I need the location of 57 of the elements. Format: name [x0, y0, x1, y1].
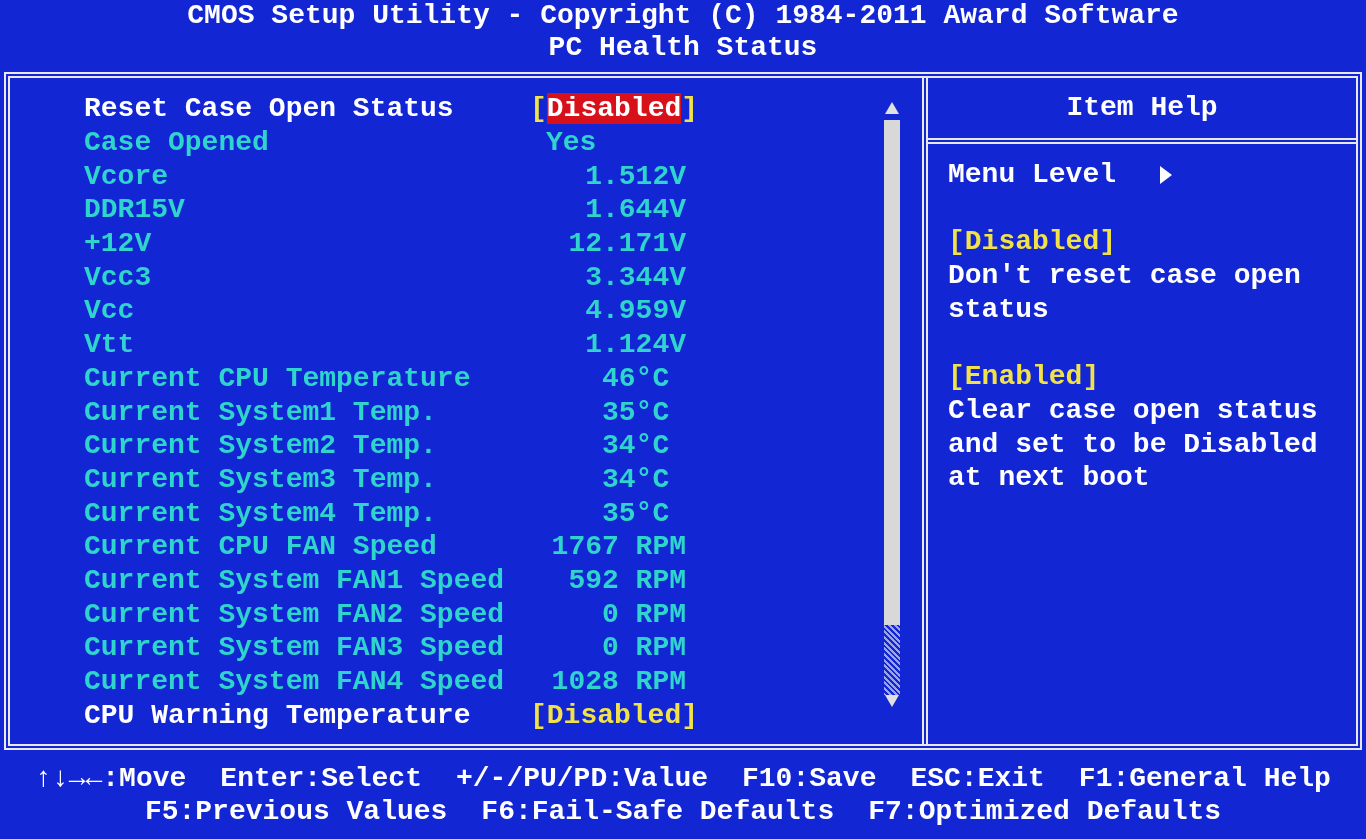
reading-value: 4.959V	[584, 294, 687, 328]
status-value: Yes	[545, 127, 597, 159]
item-label[interactable]: CPU Warning Temperature	[84, 698, 530, 732]
item-label: Current System FAN3 Speed	[84, 631, 506, 665]
help-option: [Enabled]	[948, 360, 1100, 394]
reading-value: 1.124V	[584, 328, 687, 362]
reading-value: 0 RPM	[601, 631, 687, 665]
key-hint: +/-/PU/PD:Value	[455, 761, 708, 795]
key-hint: ↑↓→←:Move	[35, 761, 187, 795]
reading-value: 34°C	[601, 462, 671, 496]
item-label: Vtt	[84, 328, 136, 362]
help-title: Item Help	[1066, 91, 1218, 125]
item-label: +12V	[84, 227, 153, 261]
item-label: Current System3 Temp.	[84, 462, 438, 496]
reading-value: 34°C	[601, 429, 671, 463]
help-text: Don't reset case open status	[948, 259, 1302, 327]
item-label: Current System FAN4 Speed	[84, 665, 506, 699]
reading-value: 12.171V	[567, 227, 687, 261]
reading-value: 3.344V	[584, 260, 687, 294]
item-label: Current CPU FAN Speed	[84, 530, 438, 564]
item-label: DDR15V	[84, 193, 186, 227]
key-hint: F6:Fail-Safe Defaults	[481, 794, 835, 828]
key-hint: Enter:Select	[220, 761, 422, 795]
header-subtitle: PC Health Status	[548, 32, 818, 64]
key-hint: F7:Optimized Defaults	[868, 794, 1222, 828]
reading-value: 46°C	[601, 361, 671, 395]
item-label: Vcore	[84, 159, 169, 193]
item-label: Vcc	[84, 294, 136, 328]
item-label: Current System FAN1 Speed	[84, 563, 506, 597]
item-label: Current System2 Temp.	[84, 429, 438, 463]
header-title: CMOS Setup Utility - Copyright (C) 1984-2011 Award Software	[187, 0, 1179, 32]
reading-value: 0 RPM	[601, 597, 687, 631]
key-hint: F10:Save	[742, 761, 877, 795]
reading-value: 1028 RPM	[550, 665, 687, 699]
item-label: Current System FAN2 Speed	[84, 597, 506, 631]
help-text: Clear case open status and set to be Disabled at next boot	[948, 393, 1319, 495]
scroll-up-icon[interactable]	[885, 102, 899, 114]
reading-value: 1767 RPM	[550, 530, 687, 564]
right-triangle-icon	[1160, 165, 1173, 184]
item-label: Current System1 Temp.	[84, 395, 438, 429]
option-value[interactable]: [Disabled]	[530, 699, 699, 731]
reading-value: 35°C	[601, 395, 671, 429]
item-label: Current CPU Temperature	[84, 361, 472, 395]
key-hint: F5:Previous Values	[144, 794, 448, 828]
menu-level-label: Menu Level	[948, 158, 1117, 192]
item-label: Vcc3	[84, 260, 153, 294]
item-label[interactable]: Reset Case Open Status	[84, 92, 530, 126]
reading-value: 1.644V	[584, 193, 687, 227]
reading-value: 1.512V	[584, 159, 687, 193]
key-hint: ESC:Exit	[910, 761, 1045, 795]
help-option: [Disabled]	[948, 225, 1117, 260]
reading-value: 592 RPM	[567, 563, 687, 597]
reading-value: 35°C	[601, 496, 671, 530]
key-hint: F1:General Help	[1078, 761, 1331, 795]
item-label: Case Opened	[84, 126, 270, 160]
scrollbar-thumb[interactable]	[884, 120, 900, 625]
item-label: Current System4 Temp.	[84, 496, 438, 530]
